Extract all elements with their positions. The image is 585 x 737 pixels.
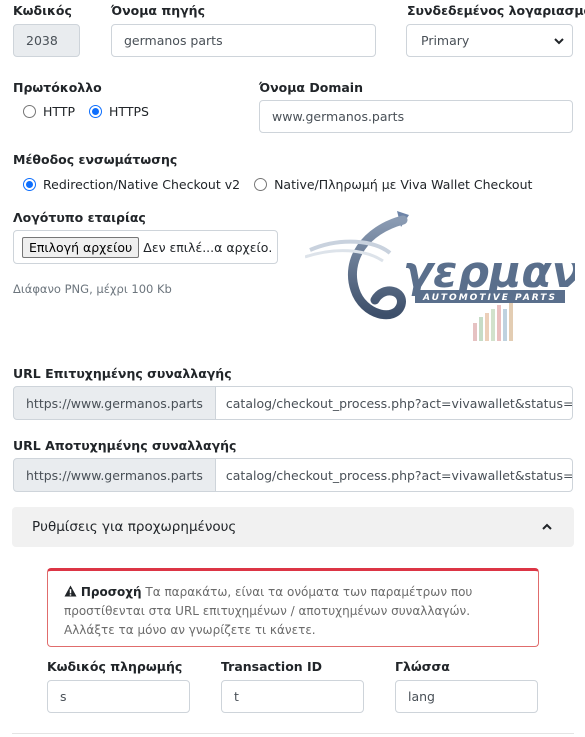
- protocol-https-radio[interactable]: [89, 105, 102, 118]
- chevron-down-icon: [554, 37, 564, 44]
- protocol-label: Πρωτόκολλο: [13, 80, 102, 95]
- integration-native-option[interactable]: Native/Πληρωμή με Viva Wallet Checkout: [254, 177, 532, 192]
- success-url-prefix: https://www.germanos.parts: [13, 386, 216, 420]
- company-logo-image: γερμανός AUTOMOTIVE PARTS: [305, 211, 575, 341]
- account-select-value: Primary: [421, 33, 470, 48]
- logo-file-input[interactable]: Επιλογή αρχείου Δεν επιλέ...α αρχείο.: [13, 230, 278, 264]
- logo-tagline-text: AUTOMOTIVE PARTS: [422, 293, 557, 303]
- protocol-http-label: HTTP: [43, 104, 75, 119]
- code-field: 2038: [13, 24, 80, 57]
- failure-url-group: https://www.germanos.parts catalog/check…: [13, 458, 573, 492]
- failure-url-prefix: https://www.germanos.parts: [13, 458, 216, 492]
- warning-icon: [64, 585, 77, 597]
- integration-label: Μέθοδος ενσωμάτωσης: [13, 152, 178, 167]
- integration-redirection-option[interactable]: Redirection/Native Checkout v2: [23, 177, 240, 192]
- integration-native-label: Native/Πληρωμή με Viva Wallet Checkout: [274, 177, 533, 192]
- integration-redirection-label: Redirection/Native Checkout v2: [43, 177, 241, 192]
- chevron-up-icon: [542, 523, 552, 530]
- divider: [12, 733, 574, 734]
- logo-help-text: Διάφανο PNG, μέχρι 100 Kb: [13, 282, 172, 296]
- failure-url-input[interactable]: catalog/checkout_process.php?act=vivawal…: [215, 458, 573, 492]
- protocol-http-radio[interactable]: [23, 105, 36, 118]
- source-name-input[interactable]: germanos parts: [111, 24, 376, 57]
- integration-radio-group: Redirection/Native Checkout v2 Native/Πλ…: [23, 177, 546, 192]
- source-name-label: Όνομα πηγής: [111, 3, 205, 18]
- protocol-https-option[interactable]: HTTPS: [89, 104, 149, 119]
- protocol-radio-group: HTTP HTTPS: [23, 104, 163, 119]
- protocol-https-label: HTTPS: [109, 104, 149, 119]
- domain-input[interactable]: www.germanos.parts: [259, 100, 573, 133]
- advanced-settings-title: Ρυθμίσεις για προχωρημένους: [32, 519, 237, 535]
- code-label: Κωδικός: [13, 3, 72, 18]
- transaction-id-input[interactable]: t: [221, 680, 364, 713]
- success-url-input[interactable]: catalog/checkout_process.php?act=vivawal…: [215, 386, 573, 420]
- payment-code-label: Κωδικός πληρωμής: [47, 659, 183, 674]
- account-label: Συνδεδεμένος λογαριασμός: [407, 3, 585, 18]
- file-status: Δεν επιλέ...α αρχείο.: [143, 239, 273, 255]
- transaction-id-label: Transaction ID: [221, 659, 323, 674]
- advanced-settings-toggle[interactable]: Ρυθμίσεις για προχωρημένους: [12, 507, 574, 547]
- logo-label: Λογότυπο εταιρίας: [13, 210, 146, 225]
- alert-strong-text: Προσοχή: [80, 585, 142, 599]
- success-url-label: URL Επιτυχημένης συναλλαγής: [13, 366, 232, 381]
- success-url-group: https://www.germanos.parts catalog/check…: [13, 386, 573, 420]
- payment-code-input[interactable]: s: [47, 680, 190, 713]
- warning-alert: Προσοχή Τα παρακάτω, είναι τα ονόματα τω…: [47, 568, 539, 647]
- language-input[interactable]: lang: [395, 680, 538, 713]
- integration-redirection-radio[interactable]: [23, 178, 36, 191]
- domain-label: Όνομα Domain: [259, 80, 363, 95]
- integration-native-radio[interactable]: [254, 178, 268, 191]
- protocol-http-option[interactable]: HTTP: [23, 104, 75, 119]
- choose-file-button[interactable]: Επιλογή αρχείου: [22, 236, 140, 258]
- failure-url-label: URL Αποτυχημένης συναλλαγής: [13, 438, 237, 453]
- language-label: Γλώσσα: [395, 659, 450, 674]
- account-select[interactable]: Primary: [406, 24, 573, 57]
